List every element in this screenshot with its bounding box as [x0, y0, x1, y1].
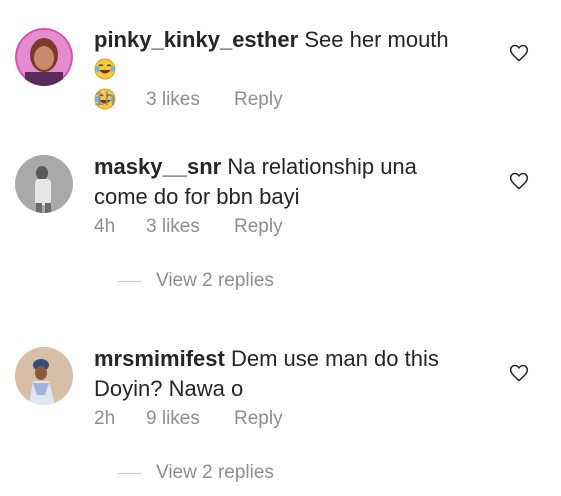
like-heart-icon[interactable] [509, 171, 529, 191]
comment-meta: 1h 3 likes Reply [94, 89, 283, 111]
replies-divider-line [118, 280, 142, 282]
comment-meta: 2h 9 likes Reply [94, 408, 283, 430]
like-heart-icon[interactable] [509, 363, 529, 383]
view-replies-button[interactable]: View 2 replies [118, 462, 274, 484]
reply-button[interactable]: Reply [234, 216, 283, 238]
comment-username[interactable]: pinky_kinky_esther [94, 27, 298, 52]
view-replies-label: View 2 replies [156, 270, 274, 291]
like-heart-icon[interactable] [509, 43, 529, 63]
comment-body: masky__snr Na relationship una come do f… [94, 152, 474, 212]
avatar[interactable] [15, 347, 73, 405]
comment-text: See her mouth [298, 27, 449, 52]
avatar-image [15, 347, 73, 405]
laughing-tears-emoji-icon [94, 58, 116, 80]
avatar[interactable] [15, 28, 73, 86]
reply-button[interactable]: Reply [234, 408, 283, 430]
comment-body: mrsmimifest Dem use man do this Doyin? N… [94, 344, 474, 404]
comment-likes[interactable]: 3 likes [146, 89, 234, 111]
comment-username[interactable]: masky__snr [94, 154, 221, 179]
comment-time: 4h [94, 216, 116, 237]
comment-username[interactable]: mrsmimifest [94, 346, 225, 371]
comment-likes[interactable]: 3 likes [146, 216, 234, 238]
view-replies-label: View 2 replies [156, 462, 274, 483]
view-replies-button[interactable]: View 2 replies [118, 270, 274, 292]
avatar-image [15, 28, 73, 86]
replies-divider-line [118, 472, 142, 474]
avatar[interactable] [15, 155, 73, 213]
comment-time: 2h [94, 408, 116, 429]
reply-button[interactable]: Reply [234, 89, 283, 111]
avatar-image [15, 155, 73, 213]
comment-meta: 4h 3 likes Reply [94, 216, 283, 238]
comment-time: 1h [94, 89, 116, 110]
comment-likes[interactable]: 9 likes [146, 408, 234, 430]
